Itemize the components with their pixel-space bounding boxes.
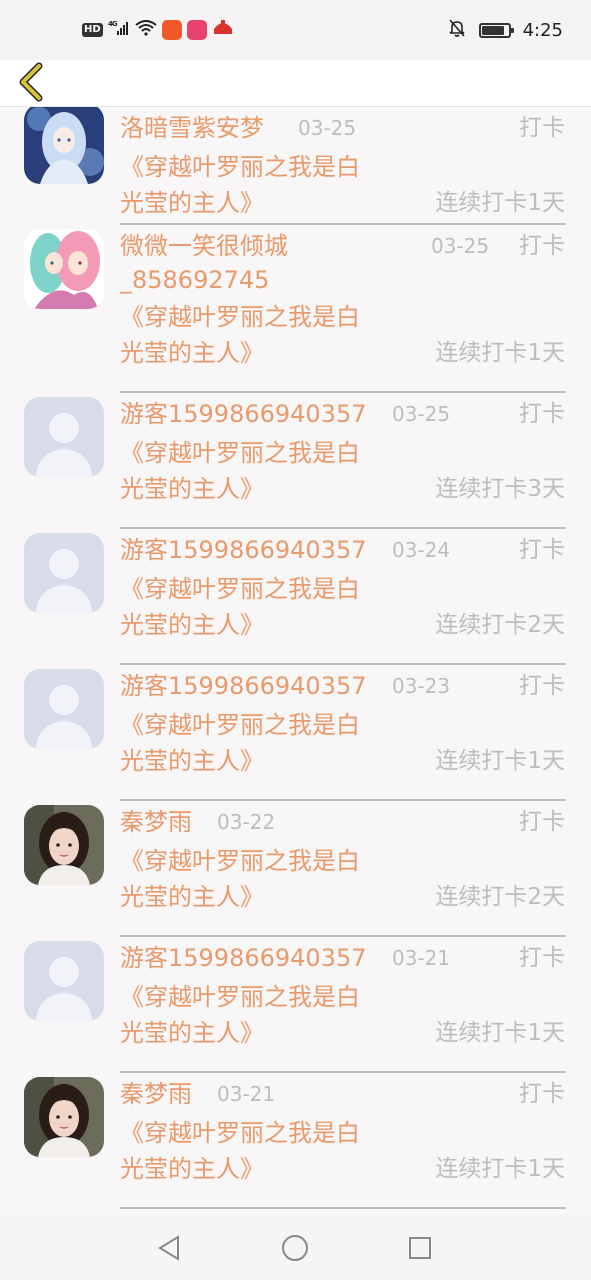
streak-count: 连续打卡2天 <box>435 884 565 910</box>
streak-count: 连续打卡1天 <box>435 190 565 216</box>
user-name[interactable]: 秦梦雨 <box>120 807 192 837</box>
checkin-date: 03-25 <box>431 234 490 258</box>
streak-count: 连续打卡1天 <box>435 748 565 774</box>
checkin-list-item[interactable]: 游客1599866940357 03-21 打卡《穿越叶罗丽之我是白 光莹的主人》 连续… <box>0 937 591 1073</box>
checkin-list-item[interactable]: 微微一笑很倾城 03-25 打卡 _858692745 《穿越叶罗丽之我是白 光莹的主人》… <box>0 225 591 393</box>
streak-count: 连续打卡1天 <box>435 1020 565 1046</box>
book-title-line2[interactable]: 光莹的主人》 <box>120 1015 264 1051</box>
user-name[interactable]: 游客1599866940357 <box>120 535 367 565</box>
user-avatar[interactable] <box>24 1077 104 1157</box>
book-title-line1[interactable]: 《穿越叶罗丽之我是白 <box>120 843 360 879</box>
book-title-line2[interactable]: 光莹的主人》 <box>120 335 264 371</box>
home-circle-icon <box>282 1235 308 1261</box>
book-title-line2[interactable]: 光莹的主人》 <box>120 1151 264 1187</box>
streak-count: 连续打卡1天 <box>435 340 565 366</box>
checkin-list-item[interactable]: 秦梦雨 03-22 打卡《穿越叶罗丽之我是白 光莹的主人》 连续打卡2天 <box>0 801 591 937</box>
user-avatar[interactable] <box>24 533 104 613</box>
checkin-date: 03-22 <box>217 810 276 834</box>
user-avatar[interactable] <box>24 941 104 1021</box>
book-title-line2[interactable]: 光莹的主人》 <box>120 471 264 507</box>
checkin-date: 03-21 <box>392 946 451 970</box>
user-name[interactable]: 游客1599866940357 <box>120 399 367 429</box>
book-title-line2[interactable]: 光莹的主人》 <box>120 743 264 779</box>
checkin-date: 03-25 <box>298 116 357 140</box>
checkin-label: 打卡 <box>519 115 565 141</box>
user-avatar[interactable] <box>24 107 104 184</box>
book-title-line1[interactable]: 《穿越叶罗丽之我是白 <box>120 435 360 471</box>
book-title-line1[interactable]: 《穿越叶罗丽之我是白 <box>120 149 360 185</box>
streak-count: 连续打卡3天 <box>435 476 565 502</box>
wifi-icon <box>135 20 157 40</box>
nav-back-button[interactable] <box>154 1233 184 1263</box>
user-name[interactable]: 秦梦雨 <box>120 1079 192 1109</box>
checkin-label: 打卡 <box>519 673 565 699</box>
checkin-label: 打卡 <box>519 537 565 563</box>
checkin-date: 03-24 <box>392 538 451 562</box>
checkin-list-item[interactable]: 游客1599866940357 03-25 打卡《穿越叶罗丽之我是白 光莹的主人》 连续… <box>0 393 591 529</box>
user-name[interactable]: 游客1599866940357 <box>120 671 367 701</box>
checkin-label: 打卡 <box>519 401 565 427</box>
book-title-line2[interactable]: 光莹的主人》 <box>120 879 264 915</box>
status-right: 4:25 <box>447 18 563 42</box>
status-bar: HD 4G 4:25 <box>0 0 591 60</box>
hd-badge: HD <box>82 23 103 37</box>
user-avatar[interactable] <box>24 805 104 885</box>
checkin-list-item[interactable]: 游客1599866940357 03-24 打卡《穿越叶罗丽之我是白 光莹的主人》 连续… <box>0 529 591 665</box>
mute-bell-icon <box>447 18 467 42</box>
app-notification-icon <box>186 20 207 40</box>
user-name[interactable]: 洛暗雪紫安梦 <box>120 113 264 143</box>
divider <box>120 1207 566 1209</box>
battery-level <box>481 25 504 35</box>
checkin-label: 打卡 <box>519 233 565 259</box>
chevron-left-icon <box>19 62 43 102</box>
streak-count: 连续打卡2天 <box>435 612 565 638</box>
battery-icon <box>478 22 514 38</box>
nav-recent-button[interactable] <box>405 1233 435 1263</box>
nav-home-button[interactable] <box>280 1233 310 1263</box>
user-avatar[interactable] <box>24 397 104 477</box>
back-button[interactable] <box>12 60 52 104</box>
user-name[interactable]: 游客1599866940357 <box>120 943 367 973</box>
signal-icon: 4G <box>108 20 130 40</box>
checkin-list-item[interactable]: 秦梦雨 03-21 打卡《穿越叶罗丽之我是白 光莹的主人》 连续打卡1天 <box>0 1073 591 1209</box>
status-left: HD 4G <box>82 19 234 41</box>
clock: 4:25 <box>522 19 563 41</box>
book-title-line1[interactable]: 《穿越叶罗丽之我是白 <box>120 707 360 743</box>
book-title-line1[interactable]: 《穿越叶罗丽之我是白 <box>120 571 360 607</box>
book-title-line1[interactable]: 《穿越叶罗丽之我是白 <box>120 1115 360 1151</box>
checkin-label: 打卡 <box>519 1081 565 1107</box>
book-title-line1[interactable]: 《穿越叶罗丽之我是白 <box>120 979 360 1015</box>
streak-count: 连续打卡1天 <box>435 1156 565 1182</box>
checkin-list-item[interactable]: 游客1599866940357 03-23 打卡《穿越叶罗丽之我是白 光莹的主人》 连续… <box>0 665 591 801</box>
app-notification-icon <box>161 20 182 40</box>
network-type: 4G <box>108 20 118 28</box>
top-app-bar <box>0 60 591 107</box>
book-title-line2[interactable]: 光莹的主人》 <box>120 185 264 221</box>
checkin-label: 打卡 <box>519 809 565 835</box>
book-title-line2[interactable]: 光莹的主人》 <box>120 607 264 643</box>
user-name[interactable]: 微微一笑很倾城 <box>120 231 288 261</box>
checkin-date: 03-21 <box>217 1082 276 1106</box>
user-avatar[interactable] <box>24 229 104 309</box>
user-avatar[interactable] <box>24 669 104 749</box>
checkin-label: 打卡 <box>519 945 565 971</box>
checkin-list-item[interactable]: 洛暗雪紫安梦 03-25 打卡《穿越叶罗丽之我是白 光莹的主人》 连续打卡1天 <box>0 107 591 225</box>
checkin-date: 03-23 <box>392 674 451 698</box>
recent-square-icon <box>409 1237 431 1259</box>
back-triangle-icon <box>158 1235 179 1261</box>
app-notification-icon <box>212 19 234 41</box>
user-name-continued[interactable]: _858692745 <box>120 265 269 295</box>
book-title-line1[interactable]: 《穿越叶罗丽之我是白 <box>120 299 360 335</box>
checkin-date: 03-25 <box>392 402 451 426</box>
system-navigation-bar <box>0 1215 591 1280</box>
checkin-list[interactable]: 洛暗雪紫安梦 03-25 打卡 《穿越叶罗丽之我是白 光莹的主人》 连续打卡1天 微微一笑很… <box>0 107 591 1215</box>
